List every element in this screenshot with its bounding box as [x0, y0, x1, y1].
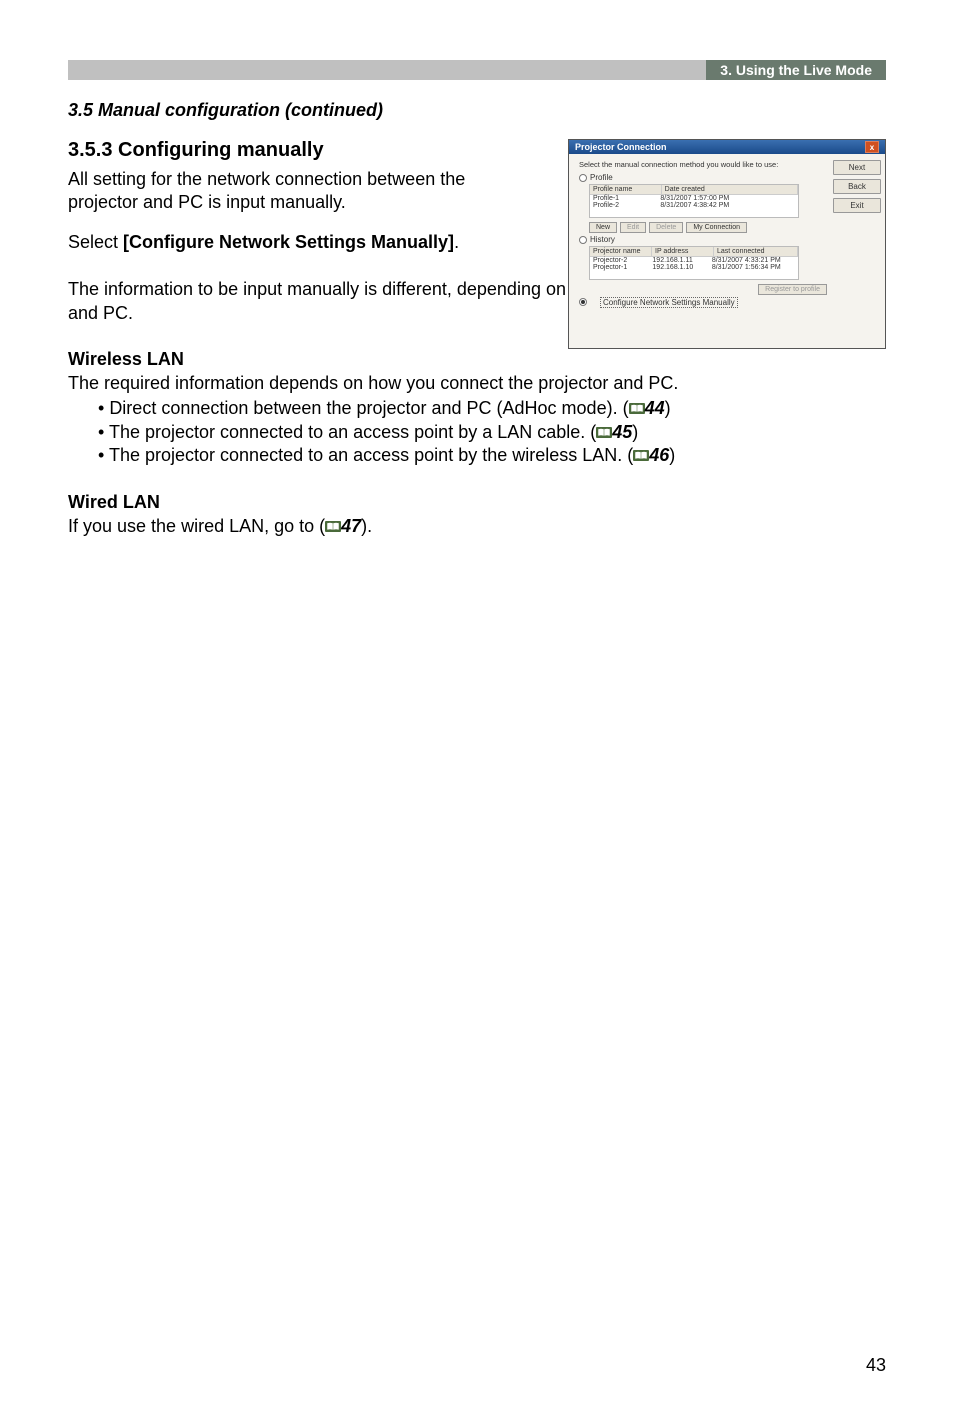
radio-icon	[579, 174, 587, 182]
edit-button[interactable]: Edit	[620, 222, 646, 233]
page-ref: 47	[341, 516, 361, 536]
dialog-prompt: Select the manual connection method you …	[579, 160, 827, 169]
intro-paragraph-1: All setting for the network connection b…	[68, 168, 538, 215]
dialog-title-bar: Projector Connection x	[569, 140, 885, 154]
cell: Projector-1	[593, 264, 652, 271]
bullet-close: )	[632, 422, 638, 442]
bullet-item: • Direct connection between the projecto…	[98, 397, 886, 420]
history-h2: IP address	[652, 247, 714, 256]
exit-button[interactable]: Exit	[833, 198, 881, 213]
register-button[interactable]: Register to profile	[758, 284, 827, 295]
cell: 192.168.1.10	[652, 264, 711, 271]
header-tab: 3. Using the Live Mode	[706, 60, 886, 80]
page-ref: 44	[645, 398, 665, 418]
bullet-item: • The projector connected to an access p…	[98, 421, 886, 444]
intro-p2-suffix: .	[454, 232, 459, 252]
radio-icon	[579, 236, 587, 244]
radio-history-label: History	[590, 235, 615, 244]
bullet-close: )	[669, 445, 675, 465]
wired-body-b: ).	[361, 516, 372, 536]
wired-lan-body: If you use the wired LAN, go to ( 47).	[68, 515, 886, 538]
cell: Profile-2	[593, 202, 660, 209]
bullet-close: )	[665, 398, 671, 418]
bullet-text: The projector connected to an access poi…	[109, 445, 633, 465]
profile-h1: Profile name	[590, 185, 662, 194]
my-connection-button[interactable]: My Connection	[686, 222, 747, 233]
radio-profile-label: Profile	[590, 173, 613, 182]
history-h3: Last connected	[714, 247, 798, 256]
dialog-title: Projector Connection	[575, 142, 667, 152]
next-button[interactable]: Next	[833, 160, 881, 175]
wired-lan-heading: Wired LAN	[68, 492, 886, 513]
radio-manual[interactable]: Configure Network Settings Manually	[579, 295, 827, 308]
history-table: Projector name IP address Last connected…	[589, 246, 799, 280]
cell: 8/31/2007 4:38:42 PM	[660, 202, 795, 209]
cell: 8/31/2007 1:57:00 PM	[660, 195, 795, 202]
cell: Profile-1	[593, 195, 660, 202]
bullet-item: • The projector connected to an access p…	[98, 444, 886, 467]
radio-icon	[579, 298, 587, 306]
page-ref: 46	[649, 445, 669, 465]
book-icon	[633, 449, 649, 462]
radio-profile[interactable]: Profile	[579, 173, 827, 182]
cell: 8/31/2007 4:33:21 PM	[712, 257, 795, 264]
bullet-text: Direct connection between the projector …	[109, 398, 628, 418]
profile-table: Profile name Date created Profile-1 8/31…	[589, 184, 799, 218]
page-content: 3.5 Manual configuration (continued) 3.5…	[0, 80, 954, 538]
section-heading: 3.5 Manual configuration (continued)	[68, 100, 886, 121]
intro-p2-prefix: Select	[68, 232, 123, 252]
back-button[interactable]: Back	[833, 179, 881, 194]
close-icon[interactable]: x	[865, 141, 879, 153]
table-row[interactable]: Projector-2 192.168.1.11 8/31/2007 4:33:…	[590, 257, 798, 264]
radio-history[interactable]: History	[579, 235, 827, 244]
table-row[interactable]: Profile-2 8/31/2007 4:38:42 PM	[590, 202, 798, 209]
page-ref: 45	[612, 422, 632, 442]
intro-p2-bold: [Configure Network Settings Manually]	[123, 232, 454, 252]
delete-button[interactable]: Delete	[649, 222, 683, 233]
wireless-lan-heading: Wireless LAN	[68, 349, 886, 370]
book-icon	[596, 426, 612, 439]
wired-body-a: If you use the wired LAN, go to (	[68, 516, 325, 536]
header-bar: 3. Using the Live Mode	[68, 60, 886, 80]
intro-paragraph-2: Select [Configure Network Settings Manua…	[68, 231, 538, 254]
cell: Projector-2	[593, 257, 652, 264]
wireless-lan-body: The required information depends on how …	[68, 372, 886, 395]
book-icon	[629, 402, 645, 415]
new-button[interactable]: New	[589, 222, 617, 233]
cell: 8/31/2007 1:56:34 PM	[712, 264, 795, 271]
cell: 192.168.1.11	[652, 257, 711, 264]
subsection-heading: 3.5.3 Configuring manually	[68, 139, 538, 162]
radio-manual-label: Configure Network Settings Manually	[600, 297, 738, 308]
bullet-text: The projector connected to an access poi…	[109, 422, 596, 442]
dialog-screenshot: Projector Connection x Select the manual…	[568, 139, 886, 349]
page-number: 43	[866, 1355, 886, 1376]
table-row[interactable]: Profile-1 8/31/2007 1:57:00 PM	[590, 195, 798, 202]
book-icon	[325, 520, 341, 533]
history-h1: Projector name	[590, 247, 652, 256]
table-row[interactable]: Projector-1 192.168.1.10 8/31/2007 1:56:…	[590, 264, 798, 271]
profile-h2: Date created	[662, 185, 798, 194]
